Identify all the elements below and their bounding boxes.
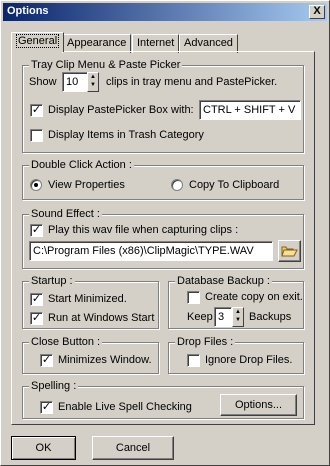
drop-files-group: Drop Files : Ignore Drop Files. — [168, 336, 304, 374]
startup-group-label: Startup : — [29, 275, 75, 287]
database-backup-group-label: Database Backup : — [175, 275, 272, 287]
create-copy-label: Create copy on exit. — [205, 291, 303, 303]
tray-group: Tray Clip Menu & Paste Picker Show 10 ▲ ▼… — [22, 59, 304, 153]
window-title: Options — [7, 5, 49, 17]
drop-files-group-label: Drop Files : — [175, 336, 236, 348]
keep-label: Keep — [187, 311, 213, 323]
keep-count-input[interactable]: 3 — [214, 307, 232, 327]
live-spell-checkbox[interactable]: ✓ — [40, 401, 53, 414]
close-button-group: Close Button : ✓ Minimizes Window. — [22, 336, 159, 374]
copy-to-clipboard-radio[interactable] — [171, 179, 183, 191]
show-suffix-label: clips in tray menu and PastePicker. — [106, 76, 278, 88]
view-properties-label: View Properties — [48, 179, 125, 191]
options-window: Options X General Appearance Internet Ad… — [0, 0, 330, 466]
tab-advanced-label: Advanced — [184, 37, 233, 49]
display-picker-label: Display PastePicker Box — [48, 104, 168, 116]
copy-to-clipboard-label: Copy To Clipboard — [189, 179, 280, 191]
tab-appearance-label: Appearance — [67, 37, 127, 49]
hotkey-field[interactable]: CTRL + SHIFT + V — [199, 100, 301, 120]
run-at-start-checkbox[interactable]: ✓ — [30, 312, 43, 325]
double-click-group: Double Click Action : View Properties Co… — [22, 159, 304, 200]
show-label: Show — [29, 76, 57, 88]
start-minimized-label: Start Minimized. — [48, 293, 127, 305]
show-count-spinner[interactable]: ▲ ▼ — [87, 72, 99, 92]
tab-general[interactable]: General — [11, 32, 65, 52]
keep-count-spinner[interactable]: ▲ ▼ — [232, 307, 244, 327]
ignore-drop-files-label: Ignore Drop Files. — [205, 354, 293, 366]
title-bar[interactable]: Options X — [3, 3, 327, 21]
create-copy-checkbox[interactable] — [187, 291, 200, 304]
sound-effect-group-label: Sound Effect : — [29, 208, 102, 220]
with-label: with: — [171, 104, 194, 116]
run-at-start-label: Run at Windows Start — [48, 312, 155, 324]
live-spell-label: Enable Live Spell Checking — [58, 401, 192, 413]
play-wav-label: Play this wav file when capturing clips … — [48, 224, 239, 236]
backups-label: Backups — [249, 311, 292, 323]
display-trash-checkbox[interactable] — [30, 129, 43, 142]
wav-path-field[interactable]: C:\Program Files (x86)\ClipMagic\TYPE.WA… — [29, 241, 273, 261]
startup-group: Startup : ✓ Start Minimized. ✓ Run at Wi… — [22, 275, 159, 329]
cancel-button[interactable]: Cancel — [92, 436, 174, 460]
tab-internet-label: Internet — [137, 37, 175, 49]
play-wav-checkbox[interactable]: ✓ — [30, 224, 43, 237]
start-minimized-checkbox[interactable]: ✓ — [30, 293, 43, 306]
display-picker-checkbox[interactable]: ✓ — [30, 104, 43, 117]
close-button[interactable]: X — [309, 5, 325, 19]
folder-open-icon — [281, 246, 298, 257]
ok-button[interactable]: OK — [11, 436, 76, 460]
sound-effect-group: Sound Effect : ✓ Play this wav file when… — [22, 208, 304, 269]
spelling-group: Spelling : ✓ Enable Live Spell Checking … — [22, 380, 304, 419]
view-properties-radio[interactable] — [30, 179, 42, 191]
spelling-group-label: Spelling : — [29, 380, 79, 392]
browse-button[interactable] — [278, 240, 301, 262]
tab-general-label: General — [16, 34, 60, 48]
database-backup-group: Database Backup : Create copy on exit. K… — [168, 275, 304, 329]
spelling-options-button[interactable]: Options... — [220, 394, 297, 416]
minimizes-window-checkbox[interactable]: ✓ — [40, 354, 53, 367]
show-count-input[interactable]: 10 — [62, 72, 88, 92]
tray-group-label: Tray Clip Menu & Paste Picker — [29, 59, 183, 71]
double-click-group-label: Double Click Action : — [29, 159, 134, 171]
display-trash-label: Display Items in Trash Category — [48, 129, 204, 141]
close-button-group-label: Close Button : — [29, 336, 103, 348]
minimizes-window-label: Minimizes Window. — [58, 354, 152, 366]
ignore-drop-files-checkbox[interactable] — [187, 354, 200, 367]
